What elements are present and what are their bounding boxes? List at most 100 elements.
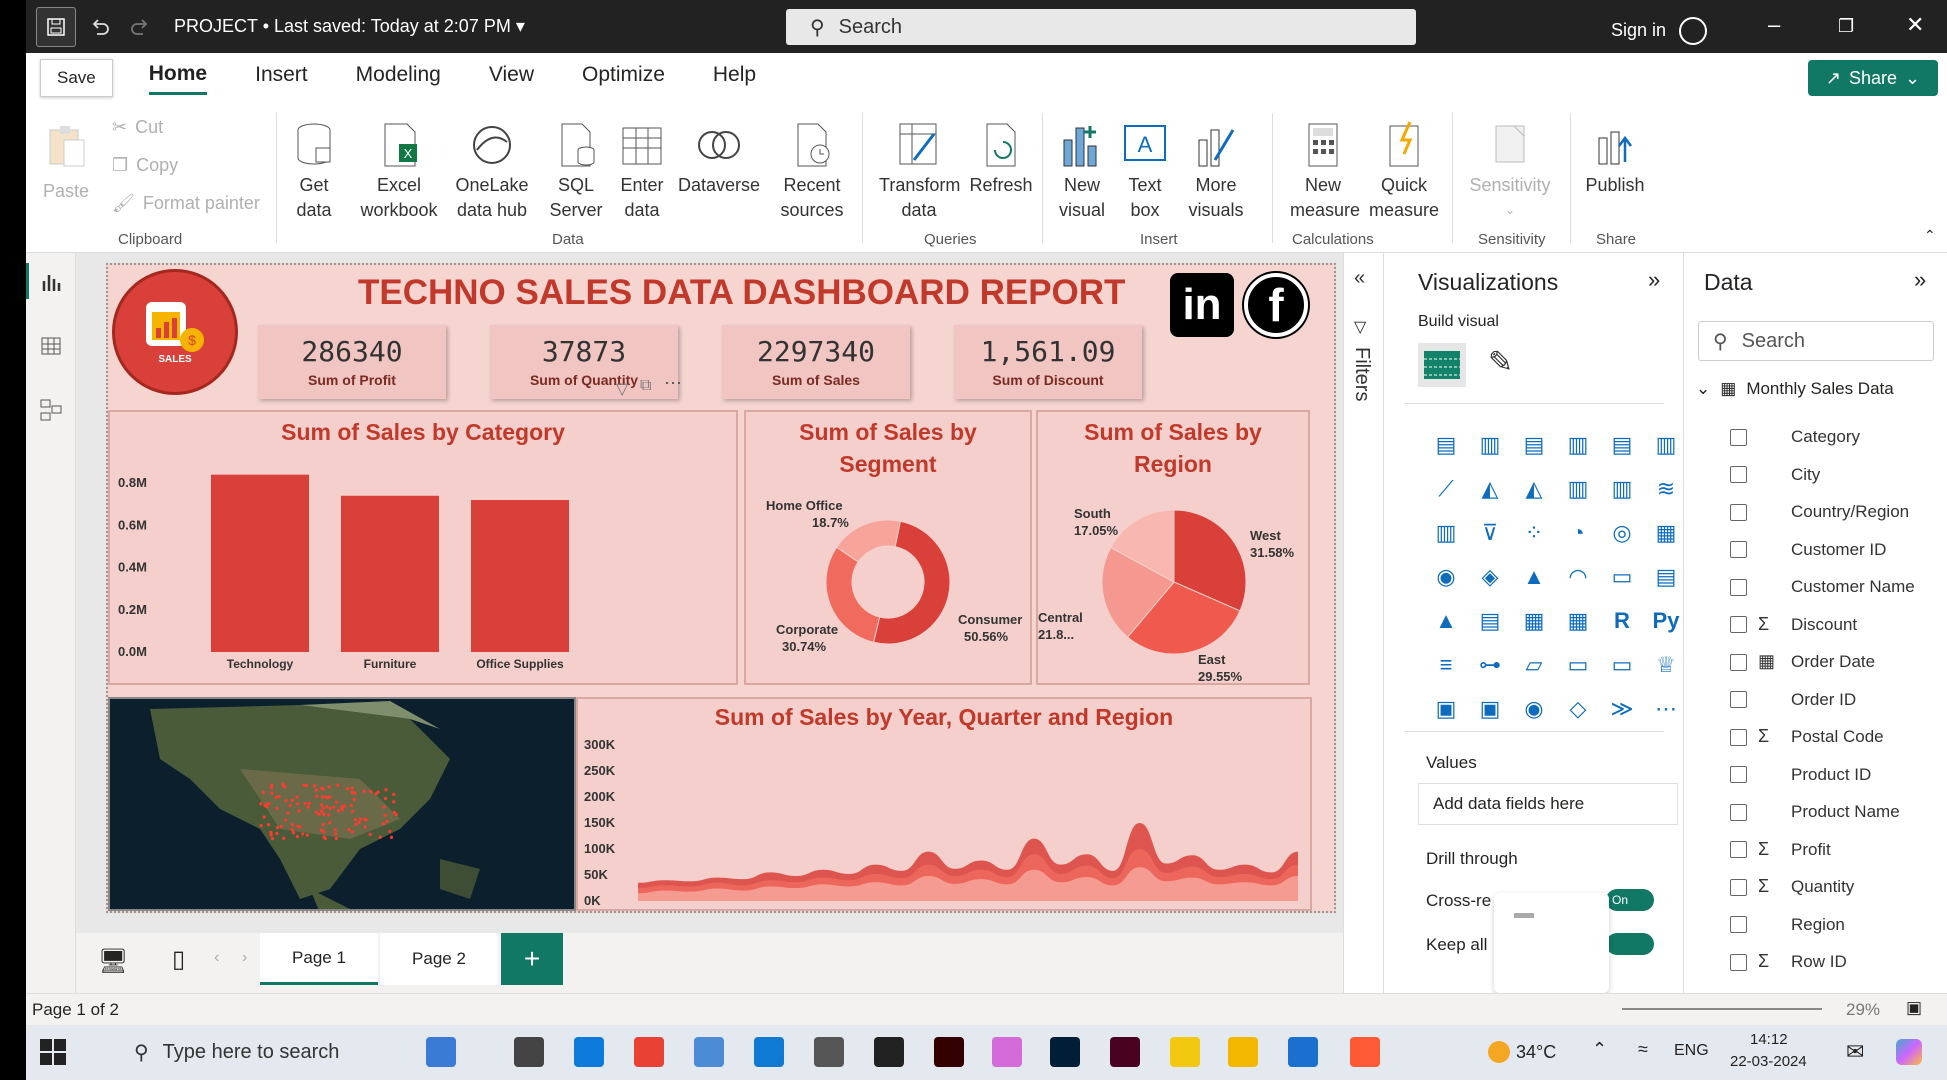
onelake-button[interactable]: OneLake data hub [446,117,538,223]
visual-power-apps-icon[interactable]: ▣ [1424,687,1468,731]
field-category[interactable]: Category [1730,427,1860,447]
windows-start-icon[interactable] [40,1039,66,1065]
desktop-layout-icon[interactable]: 🖥 [98,947,128,976]
enter-data-button[interactable]: Enter data [612,117,672,223]
copilot-icon[interactable] [1896,1039,1922,1065]
model-view-icon[interactable] [38,397,64,423]
restore-icon[interactable]: ❐ [1838,16,1854,37]
visual-power-automate-icon[interactable]: ▣ [1468,687,1512,731]
visual-clustered-bar-icon[interactable]: ▤ [1512,423,1556,467]
visual-filled-map-icon[interactable]: ◈ [1468,555,1512,599]
field-row-id[interactable]: Row ID [1730,952,1847,972]
values-dropzone[interactable]: Add data fields here [1418,783,1678,825]
field-checkbox[interactable] [1730,691,1747,708]
mobile-layout-icon[interactable]: ▯ [172,945,185,974]
field-checkbox[interactable] [1730,616,1747,633]
powerbi-icon[interactable] [1170,1037,1200,1067]
visual-area-icon[interactable]: ◭ [1468,467,1512,511]
visual-line-column-icon[interactable]: ▥ [1556,467,1600,511]
illustrator-icon[interactable] [934,1037,964,1067]
undo-icon[interactable] [80,7,120,47]
field-city[interactable]: City [1730,465,1820,485]
expand-right-icon[interactable]: » [1648,267,1660,293]
visual-100-column-icon[interactable]: ▥ [1644,423,1688,467]
tab-insert[interactable]: Insert [255,63,308,93]
visual-clustered-column-icon[interactable]: ▥ [1556,423,1600,467]
tab-help[interactable]: Help [713,63,756,93]
field-checkbox[interactable] [1730,541,1747,558]
window-title[interactable]: PROJECT • Last saved: Today at 2:07 PM ▾ [174,16,525,37]
field-checkbox[interactable] [1730,916,1747,933]
more-options-icon[interactable]: ⋯ [664,373,682,394]
sensitivity-button[interactable]: Sensitivity ⌄ [1462,117,1558,223]
format-painter-button[interactable]: 🖌 Format painter [112,193,260,214]
focus-mode-icon[interactable]: ⧉ [640,377,651,395]
search-input[interactable]: ⚲ Search [786,9,1416,45]
field-customer-name[interactable]: Customer Name [1730,577,1915,597]
visual-multi-row-card-icon[interactable]: ▤ [1644,555,1688,599]
excel-workbook-button[interactable]: X Excel workbook [356,117,442,223]
wifi-icon[interactable]: ≈ [1638,1039,1648,1060]
minimize-icon[interactable]: – [1768,12,1780,38]
chevron-up-icon[interactable]: ⌃ [1592,1039,1607,1060]
get-data-button[interactable]: Get data [284,117,344,223]
share-button[interactable]: ↗ Share ⌄ [1808,60,1938,96]
visual-azure-map-icon[interactable]: ▲ [1512,555,1556,599]
visual-python-visual-icon[interactable]: Py [1644,599,1688,643]
dataverse-button[interactable]: Dataverse [674,117,764,198]
chart-sales-by-year-quarter-region[interactable]: Sum of Sales by Year, Quarter and Region… [576,697,1312,911]
field-order-id[interactable]: Order ID [1730,690,1856,710]
zoom-slider[interactable] [1622,1008,1822,1010]
visual-r-visual-icon[interactable]: R [1600,599,1644,643]
field-product-name[interactable]: Product Name [1730,802,1900,822]
format-visual-icon[interactable]: ✎ [1488,345,1513,380]
visual-treemap-icon[interactable]: ▦ [1644,511,1688,555]
redo-icon[interactable] [120,7,160,47]
build-visual-tab[interactable] [1418,343,1466,387]
keep-all-toggle[interactable] [1606,933,1654,955]
kpi-card-discount[interactable]: 1,561.09 Sum of Discount [954,325,1142,399]
new-visual-button[interactable]: New visual [1052,117,1112,223]
transform-data-button[interactable]: Transform data [874,117,964,223]
fit-page-icon[interactable]: ▣ [1906,998,1922,1018]
field-checkbox[interactable] [1730,503,1747,521]
add-page-button[interactable]: + [501,933,563,985]
kpi-card-sales[interactable]: 2297340 Sum of Sales [722,325,910,399]
field-checkbox[interactable] [1730,578,1747,596]
visual-line-icon[interactable]: ⟋ [1424,467,1468,511]
visual-map-icon[interactable]: ◉ [1424,555,1468,599]
language[interactable]: ENG [1674,1042,1709,1060]
photos-icon[interactable] [992,1037,1022,1067]
filters-pane-collapsed[interactable]: « ▽ Filters [1343,253,1383,993]
field-checkbox[interactable] [1730,766,1747,783]
visual-arcgis-icon[interactable]: ◉ [1512,687,1556,731]
visual-decomposition-tree-icon[interactable]: ⊶ [1468,643,1512,687]
text-box-button[interactable]: A Text box [1120,117,1170,223]
table-monthly-sales[interactable]: ⌄ ▦ Monthly Sales Data [1696,379,1894,399]
visual-smart-narrative-icon[interactable]: ▭ [1556,643,1600,687]
sign-in-button[interactable]: Sign in [1611,17,1708,45]
visual-more-icon[interactable]: ⋯ [1644,687,1688,731]
facebook-icon[interactable]: f [1244,273,1308,337]
tab-modeling[interactable]: Modeling [356,63,441,93]
sql-server-button[interactable]: SQL Server [546,117,606,223]
chart-sales-by-category[interactable]: Sum of Sales by Category 0.8M 0.6M 0.4M 0.2… [108,410,738,685]
settings-icon[interactable] [814,1037,844,1067]
field-checkbox[interactable] [1730,653,1747,671]
linkedin-icon[interactable]: in [1170,273,1234,337]
sales-map[interactable] [108,697,576,911]
field-postal-code[interactable]: Postal Code [1730,727,1884,747]
quick-measure-button[interactable]: Quick measure [1366,117,1442,223]
visual-pie-icon[interactable]: ◔ [1556,511,1600,555]
collapse-left-icon[interactable]: « [1354,267,1365,290]
field-product-id[interactable]: Product ID [1730,765,1871,785]
visual-waterfall-icon[interactable]: ▥ [1424,511,1468,555]
visual-kpi-icon[interactable]: ▲ [1424,599,1468,643]
visual-paginated-icon[interactable]: ▭ [1600,643,1644,687]
field-country-region[interactable]: Country/Region [1730,502,1909,522]
new-measure-button[interactable]: New measure [1288,117,1360,223]
edge-icon[interactable] [574,1037,604,1067]
explorer-icon[interactable] [1228,1037,1258,1067]
tab-view[interactable]: View [489,63,534,93]
paste-button[interactable]: Paste [36,117,96,204]
